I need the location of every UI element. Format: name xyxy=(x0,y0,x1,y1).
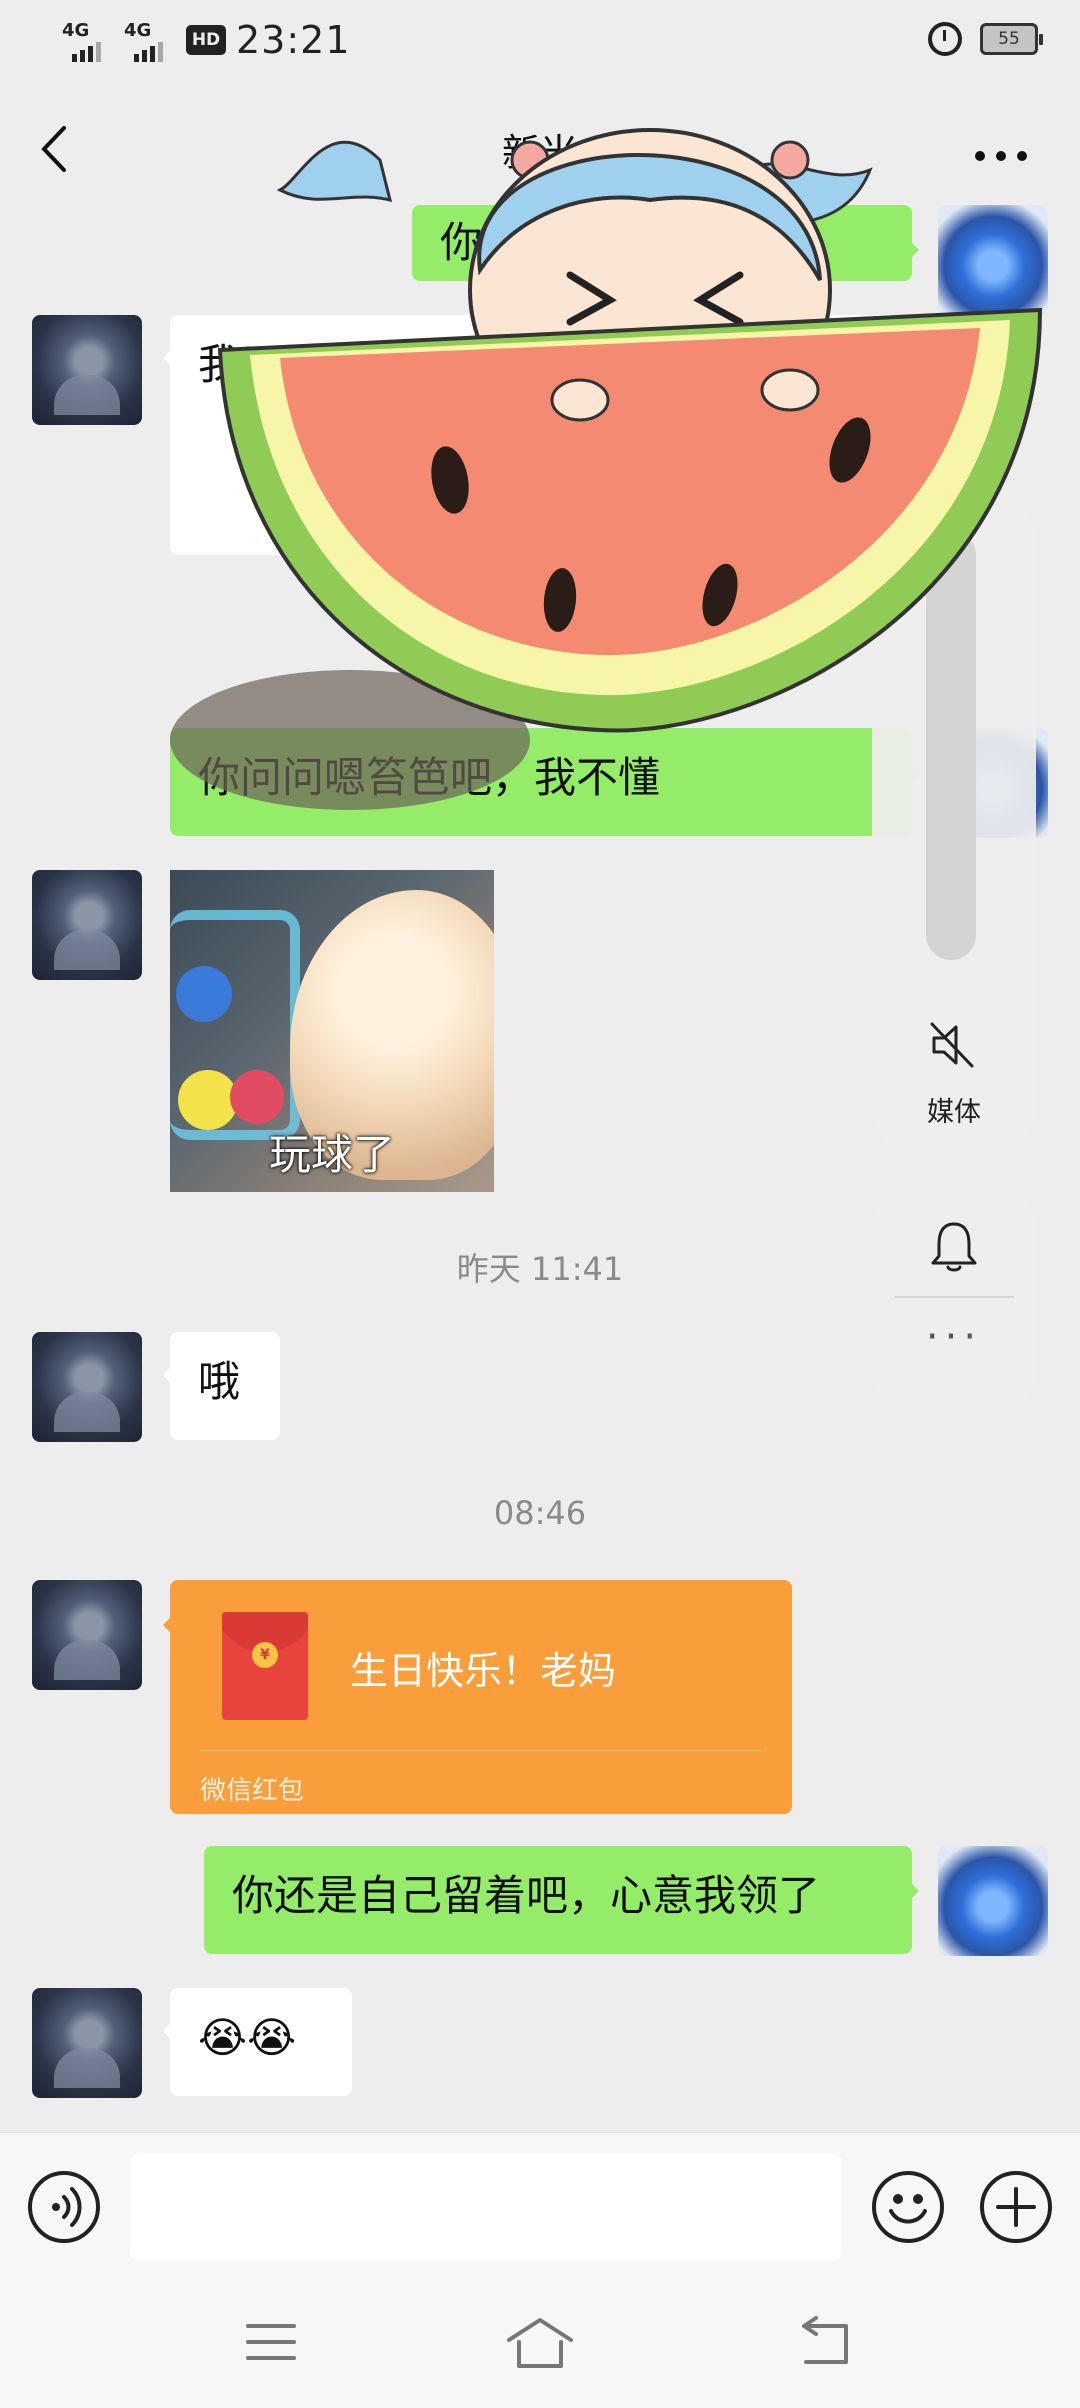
system-nav-bar xyxy=(0,2282,1080,2408)
status-clock: 23:21 xyxy=(236,18,351,62)
cat-sticker-image[interactable]: 玩球了 xyxy=(170,870,494,1192)
ringer-panel: ··· xyxy=(872,1190,1036,1412)
alarm-icon xyxy=(928,22,962,56)
more-actions-button[interactable] xyxy=(980,2171,1052,2243)
toy-ball xyxy=(230,1070,284,1124)
message-text: 你自己搭？ xyxy=(440,218,651,267)
message-bubble-sent[interactable]: 你自己搭？ xyxy=(412,205,919,281)
my-avatar[interactable] xyxy=(938,1846,1048,1956)
volume-more-button[interactable]: ··· xyxy=(872,1317,1036,1357)
message-bubble-sent[interactable]: 你还是自己留着吧，心意我领了 xyxy=(204,1846,919,1954)
network-type-1: 4G xyxy=(62,20,90,41)
message-text: 你还是自己留着吧，心意我领了 xyxy=(232,1871,821,1920)
contact-avatar[interactable] xyxy=(32,315,142,425)
message-text: 我只是看着上一下了挡着物 xyxy=(198,340,703,389)
yuan-coin-icon: ¥ xyxy=(252,1642,278,1668)
smiley-icon xyxy=(889,2194,927,2224)
contact-avatar[interactable] xyxy=(32,870,142,980)
network-type-2: 4G xyxy=(124,20,152,41)
battery-icon: 55 xyxy=(980,23,1043,55)
hd-voice-icon: HD xyxy=(186,25,226,55)
message-text: 😭😭 xyxy=(198,2013,297,2062)
voice-wave-icon xyxy=(52,2187,82,2227)
red-envelope-icon: ¥ xyxy=(222,1612,308,1720)
message-bubble-received[interactable]: 😭😭 xyxy=(163,1988,352,2096)
recent-apps-menu-icon[interactable] xyxy=(236,2312,306,2372)
chat-title: 新米 xyxy=(501,131,578,175)
emoji-button[interactable] xyxy=(872,2171,944,2243)
red-packet-title: 生日快乐！老妈 xyxy=(350,1649,617,1693)
volume-panel: 媒体 xyxy=(872,500,1036,1150)
home-icon[interactable] xyxy=(505,2312,575,2372)
message-bubble-sent[interactable]: 你问问嗯笞笆吧，我不懂 xyxy=(170,728,919,836)
media-label: 媒体 xyxy=(927,1097,981,1128)
signal-icon-2: 4G xyxy=(124,20,176,62)
chat-header: 新米 xyxy=(0,82,1080,214)
sticker-caption: 玩球了 xyxy=(268,1130,395,1179)
status-right: 55 xyxy=(928,22,1043,56)
message-text: 哦 xyxy=(198,1357,241,1406)
red-packet-card[interactable]: ¥ 生日快乐！老妈 微信红包 xyxy=(163,1580,792,1814)
speaker-muted-icon[interactable] xyxy=(928,1020,978,1070)
status-bar: 4G 4G HD 23:21 55 xyxy=(0,0,1080,82)
my-avatar[interactable] xyxy=(938,205,1048,315)
toy-ball xyxy=(176,966,232,1022)
back-arrow-icon[interactable] xyxy=(790,2312,860,2372)
media-volume-slider[interactable] xyxy=(926,530,976,960)
more-options-button[interactable] xyxy=(974,134,1028,164)
message-text: 你问问嗯笞笆吧，我不懂 xyxy=(198,753,661,802)
contact-avatar[interactable] xyxy=(32,1332,142,1442)
message-bubble-received[interactable]: 我只是看着上一下了挡着物 xyxy=(163,315,912,555)
voice-input-button[interactable] xyxy=(28,2171,100,2243)
input-bar xyxy=(0,2132,1080,2282)
bell-icon[interactable] xyxy=(928,1218,980,1274)
plus-icon xyxy=(996,2187,1036,2227)
contact-avatar[interactable] xyxy=(32,1988,142,2098)
ringer-divider xyxy=(894,1296,1014,1298)
red-packet-label: 微信红包 xyxy=(200,1776,305,1806)
timestamp: 08:46 xyxy=(493,1494,587,1532)
signal-icon-1: 4G xyxy=(62,20,114,62)
message-input[interactable] xyxy=(130,2153,842,2261)
contact-avatar[interactable] xyxy=(32,1580,142,1690)
status-left: 4G 4G HD 23:21 xyxy=(62,18,351,62)
message-bubble-received[interactable]: 哦 xyxy=(163,1332,280,1440)
more-dots-icon xyxy=(975,151,1027,161)
red-packet-divider xyxy=(200,1750,762,1751)
